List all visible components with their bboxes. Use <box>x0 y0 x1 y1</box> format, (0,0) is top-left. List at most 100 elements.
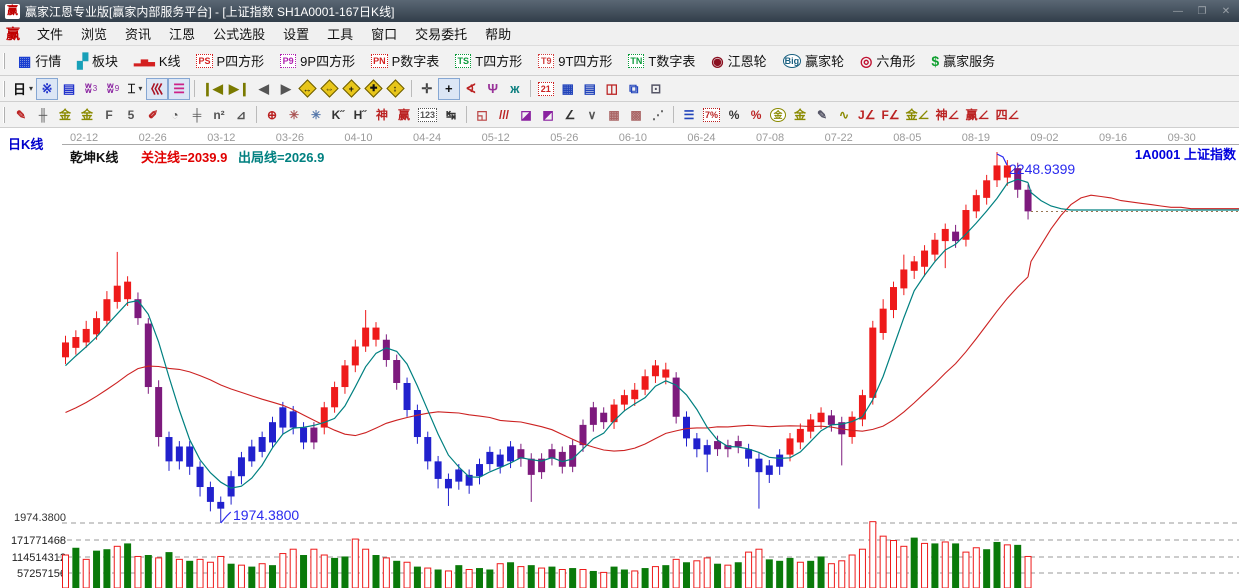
fan-tool-button[interactable]: Ψ <box>482 78 504 100</box>
shen-tool-button[interactable]: 神 <box>371 104 393 126</box>
gann-grid-button[interactable]: ╫ <box>32 104 54 126</box>
ink-pen-button[interactable]: ✎ <box>811 104 833 126</box>
gold-bands-button[interactable]: 金 <box>789 104 811 126</box>
menu-item-2[interactable]: 资讯 <box>116 22 160 45</box>
prev-bar-button[interactable]: ◀ <box>253 78 275 100</box>
si-angle-button[interactable]: 四∠ <box>993 104 1023 126</box>
diag-box-button[interactable]: ◩ <box>537 104 559 126</box>
target-circle-button[interactable]: ⊕ <box>261 104 283 126</box>
seven-pct-button[interactable]: 7% <box>700 104 723 126</box>
menu-item-7[interactable]: 窗口 <box>362 22 406 45</box>
ying-tool-button[interactable]: 赢 <box>393 104 415 126</box>
period-day-dropdown-arrow[interactable]: ▾ <box>29 84 33 93</box>
notepad-button[interactable]: ▤ <box>579 78 601 100</box>
span-measure-button[interactable]: ↹ <box>440 104 462 126</box>
h-prime-button[interactable]: H˝ <box>349 104 371 126</box>
gold-grid-1-button[interactable]: 金 <box>54 104 76 126</box>
compass-button[interactable]: ◔ <box>164 104 186 126</box>
menu-item-9[interactable]: 帮助 <box>476 22 520 45</box>
parallel-rays-button[interactable]: ⋰ <box>647 104 669 126</box>
wave-3-button[interactable]: ʬ3 <box>80 78 102 100</box>
pan-hand-button[interactable]: ✛ <box>416 78 438 100</box>
zoom-h-button[interactable]: ↔ <box>297 78 319 100</box>
zoom-expand-button[interactable]: + <box>341 78 363 100</box>
brush-button[interactable]: ✎ <box>10 104 32 126</box>
next-bar-button[interactable]: ▶ <box>275 78 297 100</box>
t-square-button[interactable]: TS T四方形 <box>447 49 530 73</box>
grid-net-1-button[interactable]: ▦ <box>603 104 625 126</box>
web-2-button[interactable]: ✳ <box>305 104 327 126</box>
candle-type-dropdown-arrow[interactable]: ▾ <box>138 84 142 93</box>
wave-9-button[interactable]: ʬ9 <box>102 78 124 100</box>
gold-angle-button[interactable]: 金∠ <box>903 104 933 126</box>
t-number-table-button[interactable]: TN T数字表 <box>620 49 703 73</box>
j-angle-button[interactable]: J∠ <box>855 104 878 126</box>
angle-ruler-button[interactable]: ⊿ <box>230 104 252 126</box>
grid-net-2-button[interactable]: ▩ <box>625 104 647 126</box>
gold-circle-button[interactable]: 金 <box>767 104 789 126</box>
five-grid-button[interactable]: 5 <box>120 104 142 126</box>
menu-item-4[interactable]: 公式选股 <box>204 22 274 45</box>
fan-lines-red-button[interactable]: /// <box>493 104 515 126</box>
trend-angles-button[interactable]: ∠ <box>559 104 581 126</box>
stats-panel-button[interactable]: ☰ <box>678 104 700 126</box>
n-square-button[interactable]: n² <box>208 104 230 126</box>
quotes-button[interactable]: ▦ 行情 <box>10 49 69 73</box>
minimize-button[interactable]: — <box>1170 6 1186 17</box>
calendar-button[interactable]: 21 <box>535 78 557 100</box>
gann-wheel-button[interactable]: ◉ 江恩轮 <box>703 49 774 73</box>
winner-service-button[interactable]: $ 赢家服务 <box>923 49 1003 73</box>
winner-wheel-button[interactable]: Big 赢家轮 <box>775 49 853 73</box>
menu-item-0[interactable]: 文件 <box>28 22 72 45</box>
menu-item-5[interactable]: 设置 <box>274 22 318 45</box>
sectors-button[interactable]: ▞ 板块 <box>69 49 126 73</box>
percent-button[interactable]: % <box>723 104 745 126</box>
zoom-both-button[interactable]: ⇔ <box>319 78 341 100</box>
web-1-button[interactable]: ✳ <box>283 104 305 126</box>
p-number-table-button[interactable]: PN P数字表 <box>363 49 447 73</box>
zoom-cross-button[interactable]: ✚ <box>363 78 385 100</box>
zoom-v-button[interactable]: ↕ <box>385 78 407 100</box>
candle-type-button[interactable]: ⌶ ▾ <box>124 78 146 100</box>
volume-chart-button[interactable]: ☰ <box>168 77 191 100</box>
p-square-button[interactable]: PS P四方形 <box>188 49 272 73</box>
f-grid-button[interactable]: F <box>98 104 120 126</box>
v-wave-button[interactable]: ∨ <box>581 104 603 126</box>
kline-chart-canvas[interactable]: 02-12 02-26 03-12 03-26 04-10 04-24 05-12 05-26… <box>0 128 1239 588</box>
first-bar-button[interactable]: ❙◀ <box>199 78 226 100</box>
rect-box-button[interactable]: ◱ <box>471 104 493 126</box>
printer-button[interactable]: ⊡ <box>645 78 667 100</box>
ying-angle-button[interactable]: 赢∠ <box>963 104 993 126</box>
mark-brush-button[interactable]: ✐ <box>142 104 164 126</box>
structure-tool-button[interactable]: ※ <box>36 77 59 100</box>
menu-item-3[interactable]: 江恩 <box>160 22 204 45</box>
kline-button[interactable]: ▂▅▃ K线 <box>126 49 188 73</box>
9p-square-button[interactable]: P9 9P四方形 <box>272 49 363 73</box>
save-button[interactable]: ◫ <box>601 78 623 100</box>
gold-grid-2-button[interactable]: 金 <box>76 104 98 126</box>
wave-gold-button[interactable]: ∿ <box>833 104 855 126</box>
k-prime-button[interactable]: K˝ <box>327 104 349 126</box>
close-button[interactable]: ✕ <box>1218 6 1234 17</box>
fan-box-purple-button[interactable]: ◪ <box>515 104 537 126</box>
menu-item-1[interactable]: 浏览 <box>72 22 116 45</box>
shen-angle-button[interactable]: 神∠ <box>933 104 963 126</box>
count-ruler-button[interactable]: 123 <box>415 104 440 126</box>
crosshair-button[interactable]: + <box>437 77 460 100</box>
last-bar-button[interactable]: ▶❙ <box>226 78 253 100</box>
maximize-button[interactable]: ❐ <box>1194 6 1210 17</box>
percent-red-button[interactable]: % <box>745 104 767 126</box>
f-angle-button[interactable]: F∠ <box>878 104 902 126</box>
network-button[interactable]: ⧉ <box>623 78 645 100</box>
menu-item-6[interactable]: 工具 <box>318 22 362 45</box>
angle-tool-button[interactable]: ∢ <box>460 78 482 100</box>
period-day-button[interactable]: 日 ▾ <box>10 78 36 100</box>
cycle-tool-button[interactable]: ж <box>504 78 526 100</box>
qiankun-toggle-button[interactable]: 巛 <box>146 77 169 100</box>
notes-panel-button[interactable]: ▤ <box>58 78 80 100</box>
calculator-button[interactable]: ▦ <box>557 78 579 100</box>
hexagon-button[interactable]: ◎ 六角形 <box>852 49 923 73</box>
menu-item-8[interactable]: 交易委托 <box>406 22 476 45</box>
ruler-grid-button[interactable]: ╪ <box>186 104 208 126</box>
9t-square-button[interactable]: T9 9T四方形 <box>530 49 620 73</box>
